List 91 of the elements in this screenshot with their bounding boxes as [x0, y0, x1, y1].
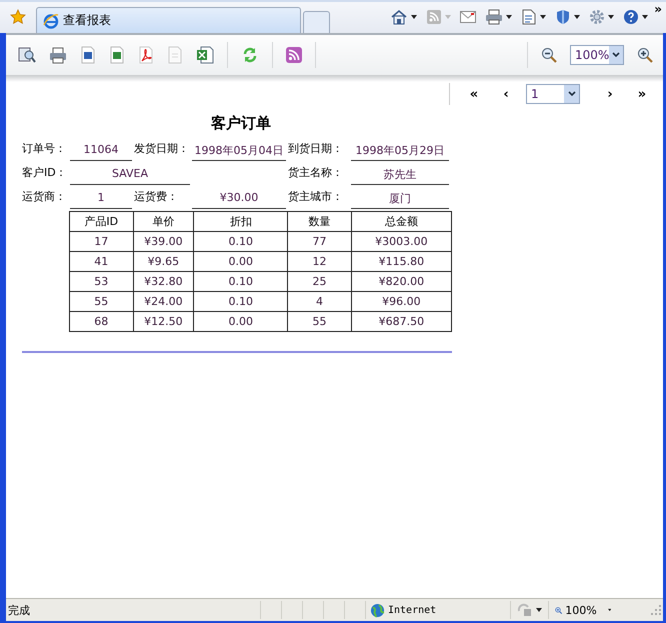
resize-grip-icon[interactable] — [651, 605, 661, 615]
zoom-level-button[interactable]: 100% — [548, 601, 617, 619]
previous-page-button[interactable]: ‹ — [494, 86, 518, 102]
table-cell: 41 — [70, 252, 134, 272]
home-icon — [390, 8, 408, 24]
rss-icon[interactable] — [286, 47, 302, 63]
page-select[interactable]: 1 — [526, 84, 580, 104]
column-header: 数量 — [288, 212, 352, 232]
table-cell: ¥12.50 — [133, 312, 194, 332]
field-label: 订单号： — [22, 141, 67, 157]
globe-icon — [370, 602, 385, 618]
excel-document-icon[interactable] — [109, 46, 125, 64]
zoom-select[interactable]: 100% — [570, 45, 624, 65]
first-page-button[interactable]: « — [462, 86, 486, 102]
caret-icon — [608, 608, 611, 612]
field-label: 到货日期： — [288, 141, 344, 157]
preview-icon[interactable] — [18, 46, 36, 64]
page-icon — [521, 8, 538, 24]
field-value: 1998年05月04日 — [192, 139, 286, 161]
field-value: SAVEA — [70, 163, 190, 185]
table-cell: 68 — [70, 312, 134, 332]
favorites-star-icon[interactable] — [10, 9, 26, 25]
pdf-icon[interactable] — [138, 46, 154, 64]
field-label: 运货费： — [134, 189, 179, 205]
column-header: 总金额 — [351, 212, 452, 232]
table-cell: 53 — [70, 272, 134, 292]
table-cell: 0.10 — [194, 292, 288, 312]
help-icon — [623, 8, 640, 24]
table-cell: 0.00 — [194, 312, 288, 332]
field-label: 客户ID： — [22, 165, 68, 181]
table-cell: 55 — [288, 312, 352, 332]
table-cell: ¥115.80 — [351, 252, 452, 272]
chevron-down-icon — [568, 91, 576, 97]
table-cell: 12 — [288, 252, 352, 272]
table-cell: ¥96.00 — [351, 292, 452, 312]
caret-icon — [642, 14, 648, 18]
field-value: 1998年05月29日 — [351, 139, 449, 161]
field-value: 11064 — [70, 139, 132, 161]
field-value: 1 — [70, 187, 132, 209]
caret-icon — [540, 14, 546, 18]
table-cell: 77 — [288, 232, 352, 252]
lock-icon — [517, 603, 533, 617]
table-cell: 4 — [288, 292, 352, 312]
caret-icon — [574, 14, 580, 18]
gear-icon — [589, 8, 606, 24]
column-header: 折扣 — [194, 212, 288, 232]
printer-icon — [485, 8, 504, 24]
zoom-in-icon[interactable] — [637, 47, 653, 63]
table-cell: 55 — [70, 292, 134, 312]
status-text: 完成 — [7, 602, 31, 618]
browser-tab[interactable]: 查看报表 — [36, 7, 301, 33]
caret-icon — [536, 608, 542, 612]
table-cell: 0.10 — [194, 272, 288, 292]
field-value: 厦门 — [351, 187, 449, 209]
table-cell: ¥3003.00 — [351, 232, 452, 252]
next-page-button[interactable]: › — [598, 86, 622, 102]
envelope-icon — [460, 10, 476, 22]
printer-icon[interactable] — [49, 46, 67, 64]
security-zone-text: Internet — [388, 604, 436, 616]
more-commands-button[interactable]: » — [654, 2, 662, 16]
last-page-button[interactable]: » — [630, 86, 654, 102]
word-document-icon[interactable] — [80, 46, 96, 64]
table-cell: ¥39.00 — [133, 232, 194, 252]
field-label: 运货商： — [22, 189, 67, 205]
caret-icon — [608, 14, 614, 18]
report-title: 客户订单 — [210, 114, 272, 133]
table-cell: 0.00 — [194, 252, 288, 272]
field-label: 货主城市： — [288, 189, 344, 205]
e-logo-icon — [43, 12, 59, 28]
table-cell: ¥32.80 — [133, 272, 194, 292]
caret-icon — [411, 14, 418, 18]
caret-icon — [445, 14, 452, 18]
chevron-down-icon — [612, 52, 620, 58]
table-cell: 25 — [288, 272, 352, 292]
table-cell: ¥687.50 — [351, 312, 452, 332]
table-cell: 17 — [70, 232, 134, 252]
table-cell: ¥24.00 — [133, 292, 194, 312]
zoom-out-icon[interactable] — [541, 47, 557, 63]
caret-icon — [506, 14, 512, 18]
field-value: ¥30.00 — [192, 187, 286, 209]
column-header: 单价 — [133, 212, 194, 232]
table-cell: 0.10 — [194, 232, 288, 252]
field-label: 发货日期： — [134, 141, 190, 157]
shield-icon — [555, 8, 572, 24]
rss-icon — [426, 8, 442, 24]
table-cell: ¥820.00 — [351, 272, 452, 292]
field-value: 苏先生 — [351, 163, 449, 185]
spreadsheet-icon[interactable] — [196, 46, 214, 64]
field-label: 货主名称： — [288, 165, 344, 181]
table-cell: ¥9.65 — [133, 252, 194, 272]
column-header: 产品ID — [70, 212, 134, 232]
